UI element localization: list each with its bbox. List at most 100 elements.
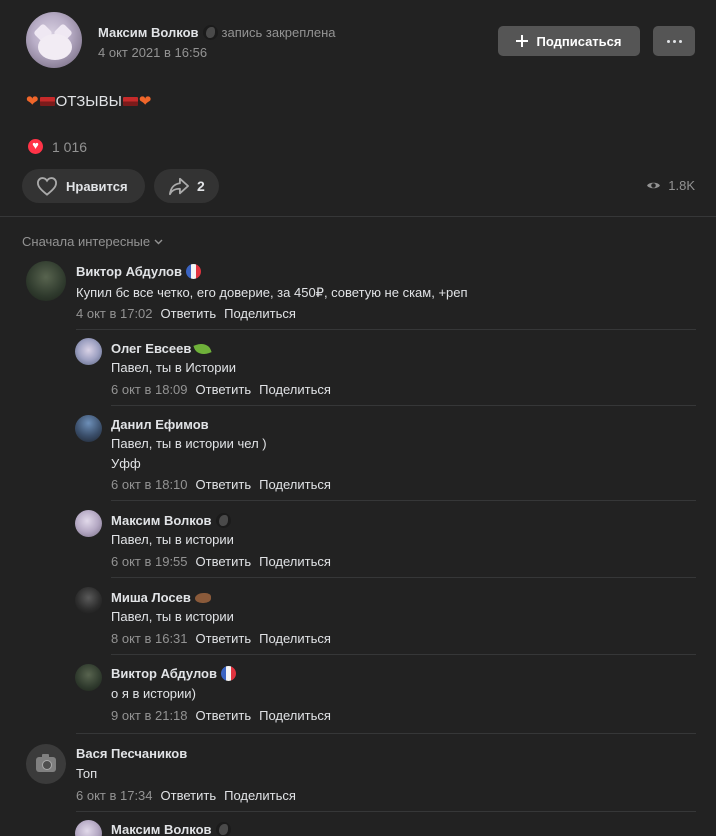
share-comment-button[interactable]: Поделиться (259, 382, 331, 397)
france-flag-icon (186, 264, 201, 279)
reply-button[interactable]: Ответить (161, 306, 217, 321)
comment-author-name[interactable]: Максим Волков (111, 513, 212, 528)
comment-avatar[interactable] (75, 510, 102, 537)
comment-avatar[interactable] (75, 338, 102, 365)
share-comment-button[interactable]: Поделиться (259, 631, 331, 646)
comment-text: Уфф (111, 456, 141, 471)
comment-date[interactable]: 6 окт в 18:10 (111, 477, 188, 492)
leaf-icon (193, 340, 212, 358)
post-text: ❤ ОТЗЫВЫ ❤ (26, 92, 152, 111)
comment-author-name[interactable]: Виктор Абдулов (111, 666, 217, 681)
comment-author: Максим Волков (111, 822, 231, 836)
reply-button[interactable]: Ответить (196, 631, 252, 646)
comment-text: о я в истории) (111, 686, 196, 701)
comment-avatar[interactable] (75, 664, 102, 691)
comment-meta: 9 окт в 21:18 Ответить Поделиться (111, 708, 339, 723)
share-comment-button[interactable]: Поделиться (259, 477, 331, 492)
comment-text: Павел, ты в истории (111, 532, 234, 547)
comments-sort-dropdown[interactable]: Сначала интересные (22, 234, 163, 249)
reactions-count: 1 016 (52, 138, 88, 155)
plus-icon (516, 35, 529, 47)
comment-avatar[interactable] (75, 587, 102, 614)
france-flag-icon (221, 666, 236, 681)
comment-author-name[interactable]: Вася Песчаников (76, 746, 187, 761)
comment-date[interactable]: 8 окт в 16:31 (111, 631, 188, 646)
divider (0, 216, 716, 217)
comment-text: Павел, ты в Истории (111, 360, 237, 375)
author-avatar[interactable] (26, 12, 82, 68)
divider (111, 405, 696, 406)
comment-date[interactable]: 6 окт в 19:55 (111, 554, 188, 569)
like-button[interactable]: Нравится (22, 169, 145, 203)
subscribe-button[interactable]: Подписаться (498, 26, 640, 56)
views-counter: 1.8K (646, 178, 695, 193)
comment-meta: 8 окт в 16:31 Ответить Поделиться (111, 631, 339, 646)
comment-author: Олег Евсеев (111, 340, 212, 358)
comment-meta: 4 окт в 17:02 Ответить Поделиться (76, 306, 304, 321)
divider (76, 811, 696, 812)
comment-avatar[interactable] (26, 744, 66, 784)
post-date[interactable]: 4 окт 2021 в 16:56 (98, 45, 207, 60)
comment-date[interactable]: 6 окт в 17:34 (76, 788, 153, 803)
divider (111, 577, 696, 578)
heart-reaction-icon (26, 137, 45, 156)
comment-text: Купил бс все четко, его доверие, за 450₽… (76, 285, 468, 300)
comment-author-name[interactable]: Данил Ефимов (111, 417, 209, 432)
divider (111, 500, 696, 501)
more-options-button[interactable] (653, 26, 695, 56)
comment-date[interactable]: 6 окт в 18:09 (111, 382, 188, 397)
comment-avatar[interactable] (26, 261, 66, 301)
share-comment-button[interactable]: Поделиться (259, 554, 331, 569)
chevron-down-icon (154, 239, 163, 244)
post-header: Максим Волков запись закреплена 4 окт 202… (0, 0, 716, 80)
comment-text: Павел, ты в истории (111, 609, 234, 624)
comment-meta: 6 окт в 18:10 Ответить Поделиться (111, 477, 339, 492)
subscribe-label: Подписаться (536, 33, 622, 49)
comment-text: Топ (76, 766, 98, 781)
comment-author: Виктор Абдулов (111, 666, 236, 681)
comment-date[interactable]: 4 окт в 17:02 (76, 306, 153, 321)
author-badge-icon (202, 25, 218, 40)
reply-button[interactable]: Ответить (161, 788, 217, 803)
share-button[interactable]: 2 (154, 169, 219, 203)
reply-button[interactable]: Ответить (196, 477, 252, 492)
divider (76, 733, 696, 734)
comment-avatar[interactable] (75, 820, 102, 836)
reply-button[interactable]: Ответить (196, 382, 252, 397)
author-badge-icon (215, 822, 231, 836)
camera-icon (36, 753, 56, 772)
comment-meta: 6 окт в 18:09 Ответить Поделиться (111, 382, 339, 397)
comment-text: Павел, ты в истории чел ) (111, 436, 267, 451)
reply-button[interactable]: Ответить (196, 708, 252, 723)
comment-meta: 6 окт в 17:34 Ответить Поделиться (76, 788, 304, 803)
comment-author: Виктор Абдулов (76, 264, 201, 279)
orange-heart-icon: ❤ (138, 93, 152, 110)
reply-button[interactable]: Ответить (196, 554, 252, 569)
flag-icon (39, 96, 55, 106)
hedgehog-icon (194, 593, 211, 603)
heart-outline-icon (36, 177, 58, 196)
author-badge-icon (215, 513, 231, 528)
share-comment-button[interactable]: Поделиться (259, 708, 331, 723)
divider (76, 329, 696, 330)
flag-icon (122, 96, 138, 106)
comment-author-name[interactable]: Олег Евсеев (111, 341, 191, 356)
reactions-summary[interactable]: 1 016 (26, 137, 87, 156)
like-label: Нравится (66, 178, 128, 194)
post-author-name[interactable]: Максим Волков (98, 25, 199, 40)
comment-author-name[interactable]: Виктор Абдулов (76, 264, 182, 279)
comment-meta: 6 окт в 19:55 Ответить Поделиться (111, 554, 339, 569)
comment-avatar[interactable] (75, 415, 102, 442)
eye-icon (647, 182, 661, 189)
divider (111, 654, 696, 655)
share-comment-button[interactable]: Поделиться (224, 306, 296, 321)
comment-author: Максим Волков (111, 513, 231, 528)
comment-author-name[interactable]: Максим Волков (111, 822, 212, 836)
share-comment-button[interactable]: Поделиться (224, 788, 296, 803)
comment-author-name[interactable]: Миша Лосев (111, 590, 191, 605)
pinned-label: запись закреплена (221, 25, 336, 40)
share-arrow-icon (169, 177, 189, 196)
orange-heart-icon: ❤ (26, 93, 39, 110)
comment-date[interactable]: 9 окт в 21:18 (111, 708, 188, 723)
comment-author: Миша Лосев (111, 590, 211, 605)
